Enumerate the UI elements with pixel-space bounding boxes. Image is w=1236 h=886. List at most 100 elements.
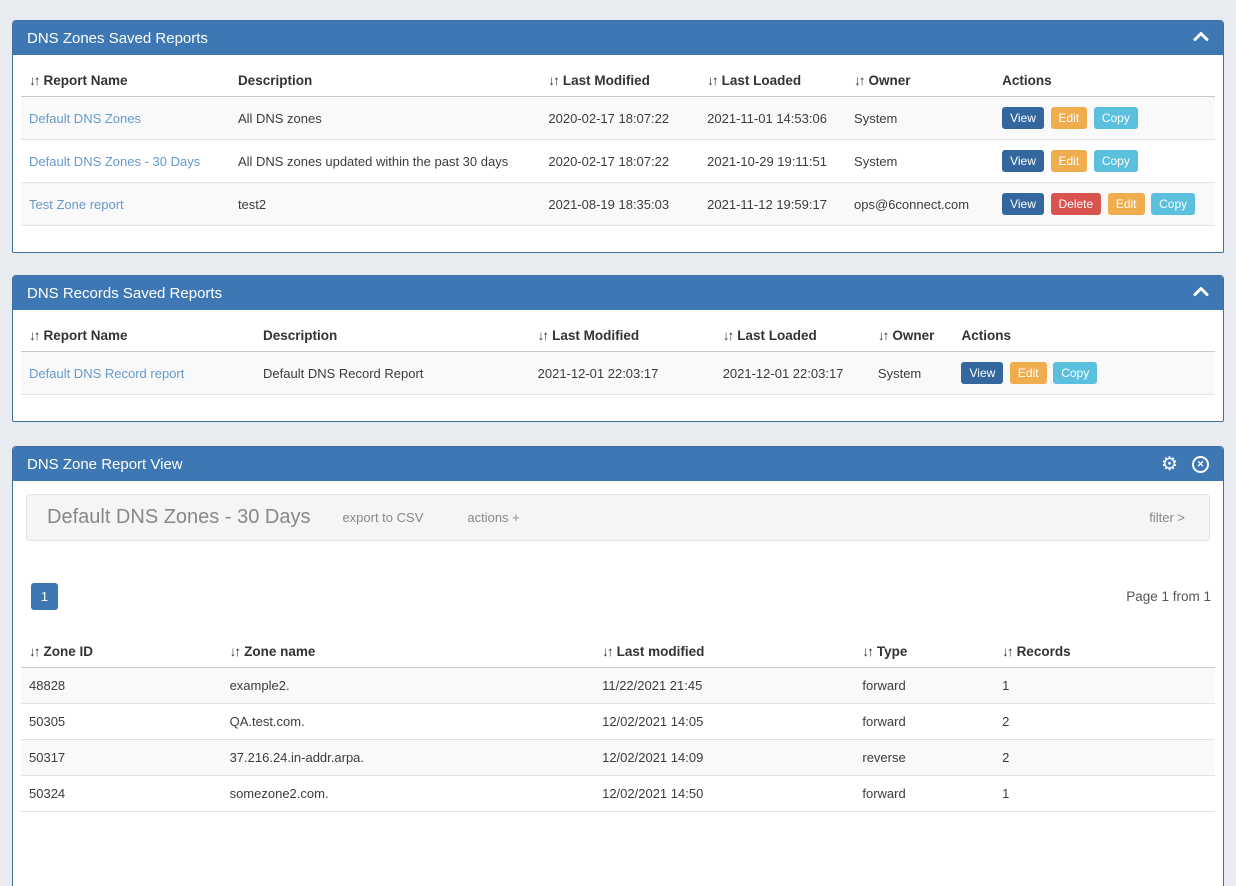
column-header-report-name[interactable]: ↓↑Report Name xyxy=(21,63,230,97)
records-panel-title: DNS Records Saved Reports xyxy=(27,285,222,302)
report-last-loaded: 2021-11-01 14:53:06 xyxy=(699,97,846,140)
view-button[interactable]: View xyxy=(1002,193,1044,215)
table-row: 48828 example2. 11/22/2021 21:45 forward… xyxy=(21,668,1215,704)
zone-report-table: ↓↑Zone ID ↓↑Zone name ↓↑Last modified ↓↑… xyxy=(21,634,1215,812)
zone-name: QA.test.com. xyxy=(222,704,595,740)
copy-button[interactable]: Copy xyxy=(1094,107,1138,129)
sort-icon: ↓↑ xyxy=(29,644,39,659)
sort-icon: ↓↑ xyxy=(854,73,864,88)
zones-panel-title: DNS Zones Saved Reports xyxy=(27,30,208,47)
edit-button[interactable]: Edit xyxy=(1051,150,1088,172)
report-last-loaded: 2021-12-01 22:03:17 xyxy=(715,352,870,395)
export-to-csv-link[interactable]: export to CSV xyxy=(342,510,423,525)
sort-icon: ↓↑ xyxy=(862,644,872,659)
copy-button[interactable]: Copy xyxy=(1094,150,1138,172)
zone-type: forward xyxy=(854,668,994,704)
column-header-description[interactable]: Description xyxy=(255,318,530,352)
sort-icon: ↓↑ xyxy=(230,644,240,659)
table-row: Default DNS Record report Default DNS Re… xyxy=(21,352,1215,395)
gear-icon[interactable]: ⚙ xyxy=(1161,455,1178,474)
zone-records-count: 2 xyxy=(994,704,1215,740)
collapse-chevron-up-icon[interactable] xyxy=(1193,284,1209,302)
zone-report-header-row: ↓↑Zone ID ↓↑Zone name ↓↑Last modified ↓↑… xyxy=(21,634,1215,668)
report-last-modified: 2020-02-17 18:07:22 xyxy=(540,140,699,183)
edit-button[interactable]: Edit xyxy=(1051,107,1088,129)
report-link[interactable]: Default DNS Record report xyxy=(29,366,184,381)
column-header-actions: Actions xyxy=(994,63,1215,97)
page-1-button[interactable]: 1 xyxy=(31,583,58,610)
report-owner: System xyxy=(870,352,954,395)
column-header-report-name[interactable]: ↓↑Report Name xyxy=(21,318,255,352)
delete-button[interactable]: Delete xyxy=(1051,193,1102,215)
report-view-panel-title: DNS Zone Report View xyxy=(27,456,183,473)
zone-records-count: 1 xyxy=(994,668,1215,704)
column-header-last-modified[interactable]: ↓↑Last Modified xyxy=(530,318,715,352)
column-header-owner[interactable]: ↓↑Owner xyxy=(870,318,954,352)
view-button[interactable]: View xyxy=(1002,107,1044,129)
report-description: All DNS zones xyxy=(230,97,540,140)
actions-menu-link[interactable]: actions + xyxy=(467,510,519,525)
report-last-modified: 2020-02-17 18:07:22 xyxy=(540,97,699,140)
collapse-chevron-up-icon[interactable] xyxy=(1193,29,1209,47)
column-header-last-modified[interactable]: ↓↑Last modified xyxy=(594,634,854,668)
column-header-last-modified[interactable]: ↓↑Last Modified xyxy=(540,63,699,97)
column-header-type[interactable]: ↓↑Type xyxy=(854,634,994,668)
table-row: Default DNS Zones All DNS zones 2020-02-… xyxy=(21,97,1215,140)
edit-button[interactable]: Edit xyxy=(1108,193,1145,215)
column-header-owner[interactable]: ↓↑Owner xyxy=(846,63,994,97)
filter-toggle-link[interactable]: filter > xyxy=(1149,510,1185,525)
view-button[interactable]: View xyxy=(961,362,1003,384)
sort-icon: ↓↑ xyxy=(29,328,39,343)
zone-id: 48828 xyxy=(21,668,222,704)
report-owner: System xyxy=(846,140,994,183)
table-row: 50324 somezone2.com. 12/02/2021 14:50 fo… xyxy=(21,776,1215,812)
zone-id: 50317 xyxy=(21,740,222,776)
copy-button[interactable]: Copy xyxy=(1053,362,1097,384)
close-icon[interactable]: ✕ xyxy=(1192,456,1209,473)
zone-id: 50324 xyxy=(21,776,222,812)
sort-icon: ↓↑ xyxy=(538,328,548,343)
sort-icon: ↓↑ xyxy=(548,73,558,88)
zone-last-modified: 12/02/2021 14:05 xyxy=(594,704,854,740)
loaded-report-title: Default DNS Zones - 30 Days xyxy=(47,506,310,529)
sort-icon: ↓↑ xyxy=(723,328,733,343)
report-last-loaded: 2021-10-29 19:11:51 xyxy=(699,140,846,183)
view-button[interactable]: View xyxy=(1002,150,1044,172)
report-owner: System xyxy=(846,97,994,140)
column-header-zone-name[interactable]: ↓↑Zone name xyxy=(222,634,595,668)
zone-last-modified: 12/02/2021 14:09 xyxy=(594,740,854,776)
dns-zone-report-view-panel: DNS Zone Report View ⚙ ✕ Default DNS Zon… xyxy=(12,446,1224,886)
report-link[interactable]: Default DNS Zones xyxy=(29,111,141,126)
report-link[interactable]: Default DNS Zones - 30 Days xyxy=(29,154,200,169)
report-last-modified: 2021-12-01 22:03:17 xyxy=(530,352,715,395)
report-toolbar: Default DNS Zones - 30 Days export to CS… xyxy=(26,494,1210,541)
dns-zones-saved-reports-panel: DNS Zones Saved Reports ↓↑Report Name De… xyxy=(12,20,1224,253)
zones-reports-table: ↓↑Report Name Description ↓↑Last Modifie… xyxy=(21,63,1215,226)
report-description: test2 xyxy=(230,183,540,226)
sort-icon: ↓↑ xyxy=(878,328,888,343)
table-row: 50305 QA.test.com. 12/02/2021 14:05 forw… xyxy=(21,704,1215,740)
table-row: Default DNS Zones - 30 Days All DNS zone… xyxy=(21,140,1215,183)
table-row: 50317 37.216.24.in-addr.arpa. 12/02/2021… xyxy=(21,740,1215,776)
column-header-last-loaded[interactable]: ↓↑Last Loaded xyxy=(699,63,846,97)
report-description: Default DNS Record Report xyxy=(255,352,530,395)
edit-button[interactable]: Edit xyxy=(1010,362,1047,384)
report-link[interactable]: Test Zone report xyxy=(29,197,124,212)
report-description: All DNS zones updated within the past 30… xyxy=(230,140,540,183)
zone-type: forward xyxy=(854,704,994,740)
column-header-last-loaded[interactable]: ↓↑Last Loaded xyxy=(715,318,870,352)
zone-type: reverse xyxy=(854,740,994,776)
zone-name: 37.216.24.in-addr.arpa. xyxy=(222,740,595,776)
copy-button[interactable]: Copy xyxy=(1151,193,1195,215)
zone-records-count: 1 xyxy=(994,776,1215,812)
table-row: Test Zone report test2 2021-08-19 18:35:… xyxy=(21,183,1215,226)
column-header-description[interactable]: Description xyxy=(230,63,540,97)
records-reports-table: ↓↑Report Name Description ↓↑Last Modifie… xyxy=(21,318,1215,395)
zone-last-modified: 12/02/2021 14:50 xyxy=(594,776,854,812)
sort-icon: ↓↑ xyxy=(29,73,39,88)
report-owner: ops@6connect.com xyxy=(846,183,994,226)
column-header-zone-id[interactable]: ↓↑Zone ID xyxy=(21,634,222,668)
column-header-records[interactable]: ↓↑Records xyxy=(994,634,1215,668)
page-info: Page 1 from 1 xyxy=(1126,589,1211,604)
report-view-panel-header: DNS Zone Report View ⚙ ✕ xyxy=(13,447,1223,481)
